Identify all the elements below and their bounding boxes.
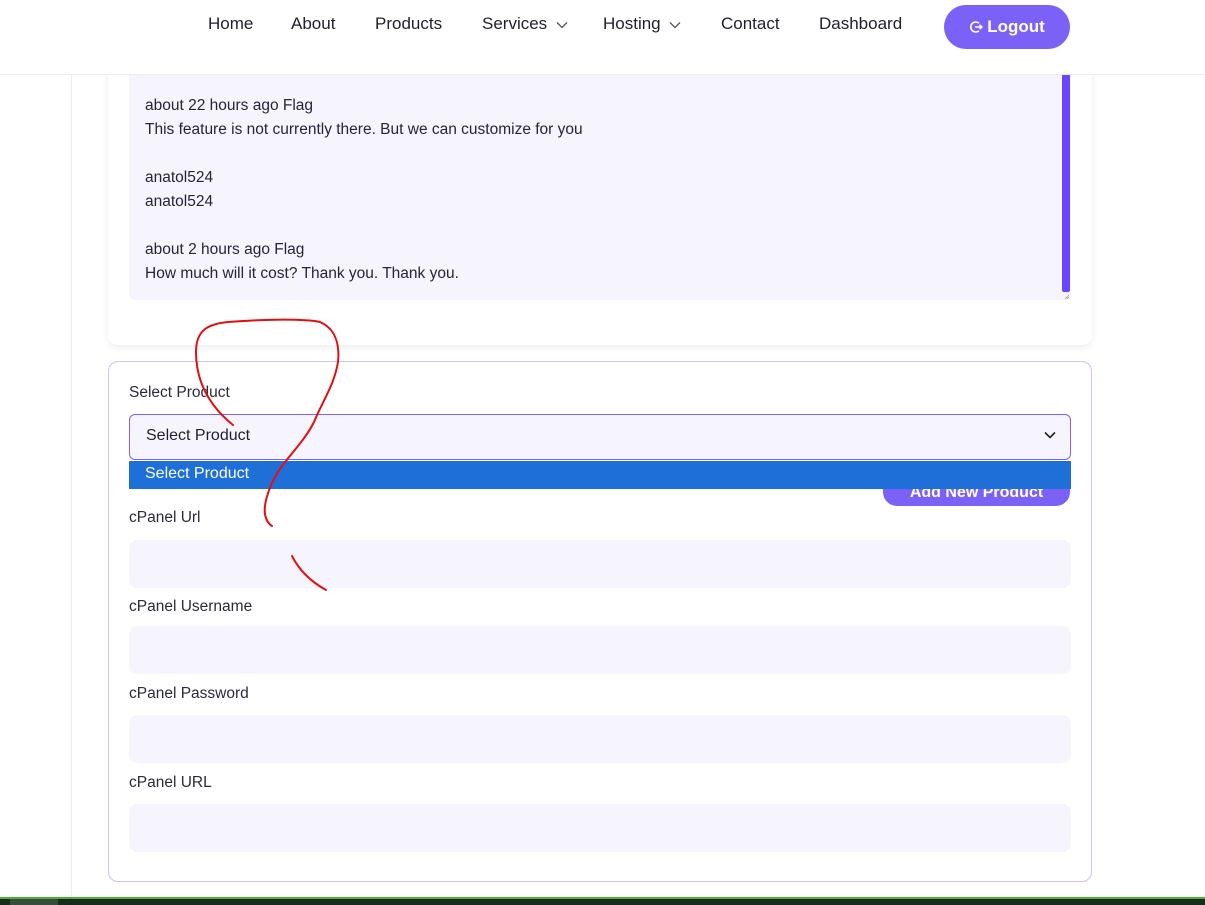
select-product-label: Select Product xyxy=(129,384,230,401)
cpanel-password-input[interactable] xyxy=(129,715,1071,763)
cpanel-url-label: cPanel Url xyxy=(129,509,201,526)
logout-icon xyxy=(970,21,984,33)
logout-button[interactable]: Logout xyxy=(944,5,1070,49)
page-edge-divider xyxy=(71,74,72,904)
comment-line: This feature is not currently there. But… xyxy=(145,121,583,138)
comment-line xyxy=(145,214,583,238)
chevron-down-icon xyxy=(556,21,568,28)
chevron-down-icon xyxy=(669,21,681,28)
cpanel-password-label: cPanel Password xyxy=(129,685,249,702)
nav-services[interactable]: Services xyxy=(482,14,568,34)
dropdown-option-select-product[interactable]: Select Product xyxy=(145,465,249,483)
nav-home[interactable]: Home xyxy=(208,14,253,34)
top-navbar: Home About Products Services Hosting Con… xyxy=(0,0,1205,75)
nav-about[interactable]: About xyxy=(291,14,335,34)
nav-services-label: Services xyxy=(482,14,548,33)
cpanel-url2-input[interactable] xyxy=(129,804,1071,852)
cpanel-url-input[interactable] xyxy=(129,540,1071,588)
nav-contact[interactable]: Contact xyxy=(721,14,780,34)
logout-label: Logout xyxy=(987,17,1045,36)
taskbar-tab xyxy=(10,899,58,905)
comment-line: anatol524 xyxy=(145,193,214,210)
product-select-value: Select Product xyxy=(146,427,251,444)
comment-line: anatol524 xyxy=(145,169,214,186)
nav-hosting[interactable]: Hosting xyxy=(603,14,681,34)
product-dropdown-list: Select Product xyxy=(129,461,1071,489)
chevron-down-icon xyxy=(1044,431,1056,439)
taskbar-accent xyxy=(0,897,1205,899)
cpanel-username-input[interactable] xyxy=(129,626,1071,674)
resize-grip-icon[interactable] xyxy=(1064,292,1070,300)
nav-dashboard[interactable]: Dashboard xyxy=(819,14,902,34)
nav-products[interactable]: Products xyxy=(375,14,442,34)
product-select[interactable]: Select Product xyxy=(129,414,1071,460)
taskbar-strip xyxy=(0,897,1205,905)
cpanel-username-label: cPanel Username xyxy=(129,598,253,615)
cpanel-url2-label: cPanel URL xyxy=(129,774,212,791)
comments-text: about 22 hours ago Flag This feature is … xyxy=(145,94,583,286)
comments-textarea[interactable]: about 22 hours ago Flag This feature is … xyxy=(129,74,1071,300)
textarea-scrollbar[interactable] xyxy=(1062,74,1070,292)
comment-line xyxy=(145,142,583,166)
comment-line: How much will it cost? Thank you. Thank … xyxy=(145,265,459,282)
comment-line: about 22 hours ago Flag xyxy=(145,97,314,114)
comment-line: about 2 hours ago Flag xyxy=(145,241,305,258)
nav-hosting-label: Hosting xyxy=(603,14,661,33)
